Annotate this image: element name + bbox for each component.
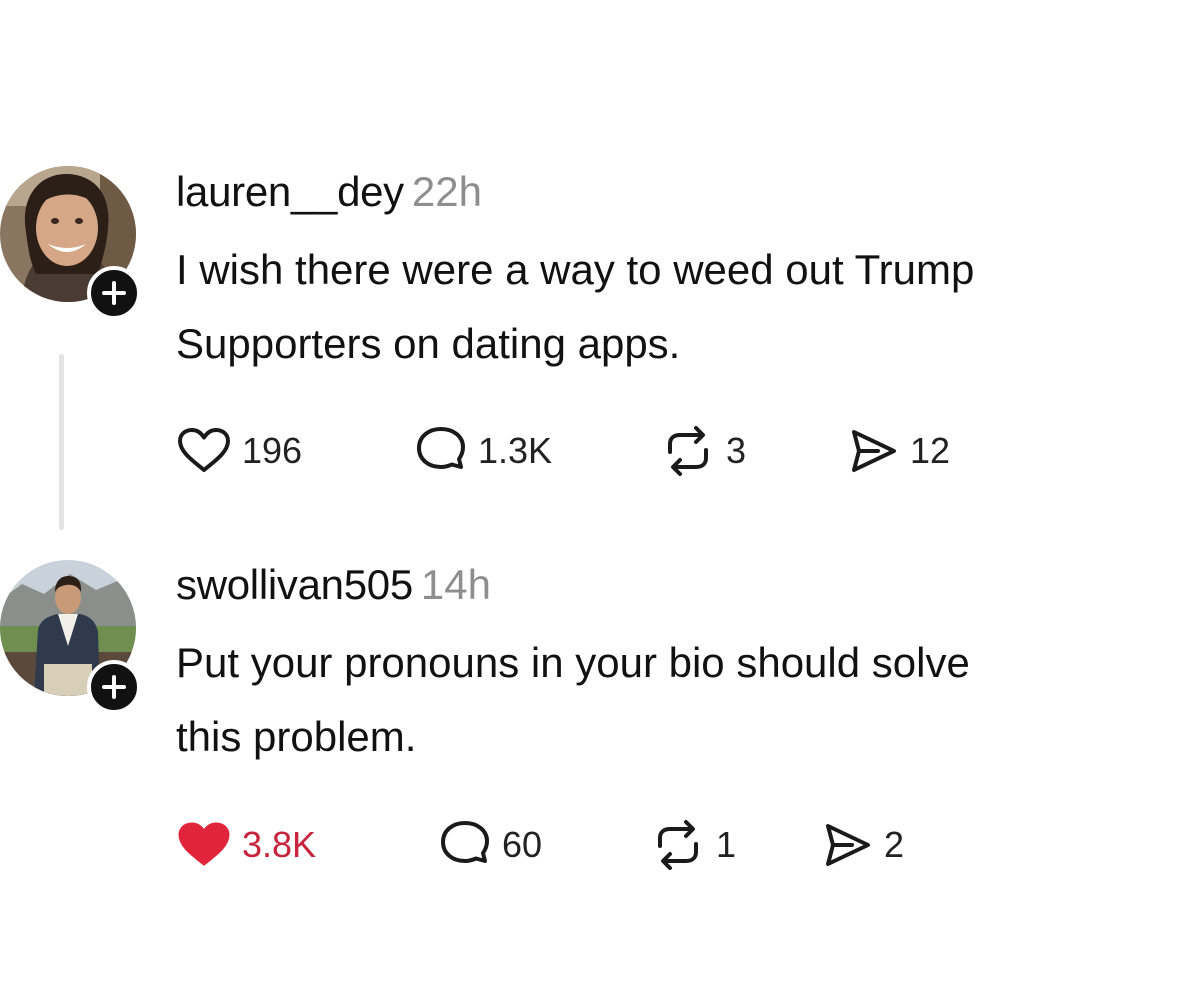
like-button[interactable]: 196 bbox=[176, 426, 302, 476]
share-count: 2 bbox=[884, 824, 905, 865]
heart-icon bbox=[178, 822, 230, 866]
repost-button[interactable]: 1 bbox=[650, 820, 736, 870]
reply-count: 1.3K bbox=[478, 430, 553, 471]
post-header: swollivan505 14h bbox=[176, 561, 491, 609]
post-text: I wish there were a way to weed out Trum… bbox=[176, 246, 975, 367]
repost-icon bbox=[658, 820, 698, 870]
post-header: lauren__dey 22h bbox=[176, 168, 482, 216]
timestamp: 14h bbox=[420, 561, 491, 608]
follow-button-lauren[interactable] bbox=[87, 266, 141, 320]
like-button[interactable]: 3.8K bbox=[176, 820, 316, 870]
plus-icon bbox=[102, 281, 126, 305]
thread-connector-line bbox=[59, 354, 64, 530]
share-icon bbox=[852, 430, 896, 472]
plus-icon bbox=[102, 675, 126, 699]
comment-icon bbox=[441, 821, 489, 863]
username-link[interactable]: swollivan505 bbox=[176, 561, 413, 608]
repost-button[interactable]: 3 bbox=[660, 426, 746, 476]
repost-count: 3 bbox=[726, 430, 747, 471]
share-icon bbox=[826, 824, 870, 866]
like-count: 196 bbox=[242, 430, 303, 471]
repost-icon bbox=[668, 426, 708, 476]
comment-icon bbox=[417, 427, 465, 469]
share-button[interactable]: 12 bbox=[848, 426, 950, 476]
reply-count: 60 bbox=[502, 824, 543, 865]
reply-button[interactable]: 1.3K bbox=[414, 426, 552, 476]
follow-button-swollivan[interactable] bbox=[87, 660, 141, 714]
share-button[interactable]: 2 bbox=[822, 820, 904, 870]
like-count: 3.8K bbox=[242, 824, 317, 865]
repost-count: 1 bbox=[716, 824, 737, 865]
heart-icon bbox=[178, 428, 230, 472]
share-count: 12 bbox=[910, 430, 951, 471]
post-text: Put your pronouns in your bio should sol… bbox=[176, 639, 970, 760]
reply-button[interactable]: 60 bbox=[438, 820, 542, 870]
username-link[interactable]: lauren__dey bbox=[176, 168, 404, 215]
timestamp: 22h bbox=[411, 168, 482, 215]
